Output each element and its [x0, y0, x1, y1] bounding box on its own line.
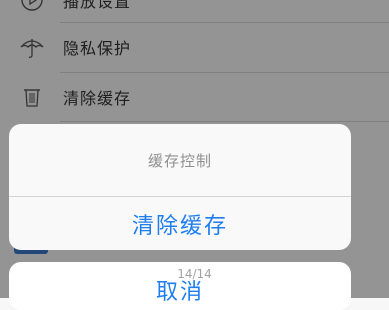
action-sheet-title: 缓存控制 — [147, 151, 212, 170]
cancel-button-label: 取消 — [155, 280, 204, 305]
clear-cache-button[interactable]: 清除缓存 — [9, 197, 351, 250]
cancel-button[interactable]: 取消 — [9, 262, 351, 310]
action-sheet: 缓存控制 清除缓存 — [9, 124, 351, 250]
